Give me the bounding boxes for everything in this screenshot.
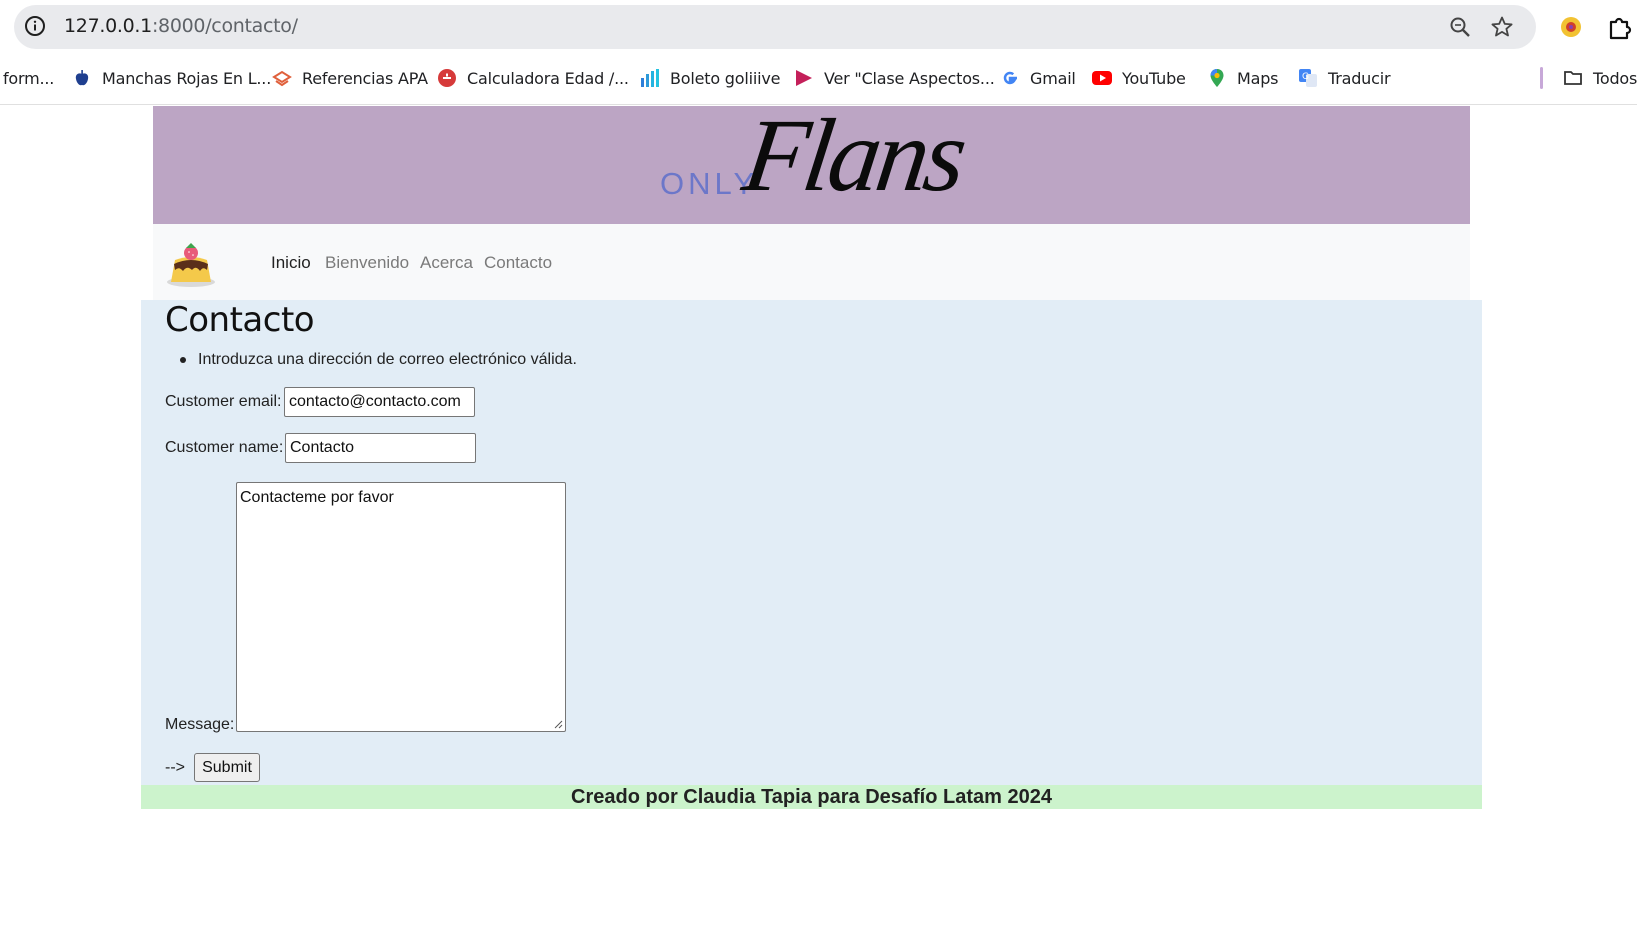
bookmark-item[interactable]: Manchas Rojas En L... (72, 60, 271, 96)
site-info-icon[interactable] (24, 15, 46, 37)
bookmarks-bar: form... Manchas Rojas En L... Referencia… (0, 60, 1637, 96)
bookmark-item[interactable]: Ver "Clase Aspectos... (794, 60, 995, 96)
message-label: Message: (165, 716, 235, 733)
bookmark-item[interactable]: form... (3, 60, 54, 96)
bookmark-label: Manchas Rojas En L... (102, 68, 272, 88)
bookmark-item[interactable]: Referencias APA (272, 60, 428, 96)
zoom-icon[interactable] (1449, 16, 1471, 38)
url-text[interactable]: 127.0.0.1:8000/contacto/ (64, 15, 298, 37)
apa-icon (272, 70, 292, 87)
form-error: Introduzca una dirección de correo elect… (180, 351, 577, 369)
logo-flans-text: Flans (736, 98, 970, 213)
email-field[interactable]: contacto@contacto.com (284, 387, 475, 417)
bookmark-label: form... (3, 68, 55, 88)
bookmark-label: Todos (1593, 68, 1637, 88)
bookmarks-separator (1540, 67, 1543, 89)
extensions-puzzle-icon[interactable] (1607, 14, 1633, 40)
bullet (180, 357, 186, 363)
folder-icon (1564, 71, 1582, 85)
error-text: Introduzca una dirección de correo elect… (198, 351, 577, 368)
flan-logo-icon[interactable] (165, 238, 217, 288)
bookmark-label: YouTube (1122, 68, 1186, 88)
bars-icon (641, 69, 659, 87)
bookmark-label: Referencias APA (302, 68, 428, 88)
bookmark-item[interactable]: Maps (1207, 60, 1279, 96)
browser-toolbar: 127.0.0.1:8000/contacto/ (0, 0, 1637, 54)
arrow-text: --> (165, 759, 185, 776)
nav-link-contacto[interactable]: Contacto (484, 253, 552, 273)
bookmark-item[interactable]: Boleto goliiive (640, 60, 780, 96)
bookmark-item[interactable]: YouTube (1092, 60, 1186, 96)
bookmark-label: Calculadora Edad /... (467, 68, 629, 88)
footer-text: Creado por Claudia Tapia para Desafío La… (571, 786, 1052, 808)
site-footer: Creado por Claudia Tapia para Desafío La… (141, 785, 1482, 809)
bookmark-star-icon[interactable] (1490, 15, 1514, 39)
bookmark-item[interactable]: Todos (1563, 60, 1637, 96)
translate-icon: G (1299, 69, 1317, 87)
page-title: Contacto (165, 300, 315, 340)
bookmark-item[interactable]: Calculadora Edad /... (437, 60, 629, 96)
svg-text:G: G (1302, 72, 1309, 82)
bookmark-label: Gmail (1030, 68, 1076, 88)
bookmark-item[interactable]: Gmail (1000, 60, 1076, 96)
submit-button[interactable]: Submit (194, 753, 260, 782)
bookmark-label: Traducir (1328, 68, 1391, 88)
calculator-icon (438, 69, 456, 87)
maps-pin-icon (1210, 69, 1224, 87)
bookmark-item[interactable]: G Traducir (1298, 60, 1391, 96)
nav-link-acerca[interactable]: Acerca (420, 253, 473, 273)
name-label: Customer name: (165, 439, 284, 456)
nav-link-bienvenido[interactable]: Bienvenido (325, 253, 409, 273)
bookmark-label: Maps (1237, 68, 1279, 88)
bookmark-label: Boleto goliiive (670, 68, 781, 88)
google-icon (1003, 71, 1017, 85)
apple-icon (75, 70, 89, 86)
message-textarea[interactable]: Contacteme por favor (236, 482, 566, 732)
name-field[interactable]: Contacto (285, 433, 476, 463)
play-icon (796, 70, 812, 86)
nav-link-inicio[interactable]: Inicio (271, 253, 311, 273)
youtube-icon (1092, 71, 1112, 85)
message-text: Contacteme por favor (240, 489, 394, 506)
extension-icon[interactable] (1560, 16, 1582, 38)
email-label: Customer email: (165, 393, 282, 410)
bookmark-label: Ver "Clase Aspectos... (824, 68, 995, 88)
resize-grip-icon[interactable] (553, 719, 563, 729)
